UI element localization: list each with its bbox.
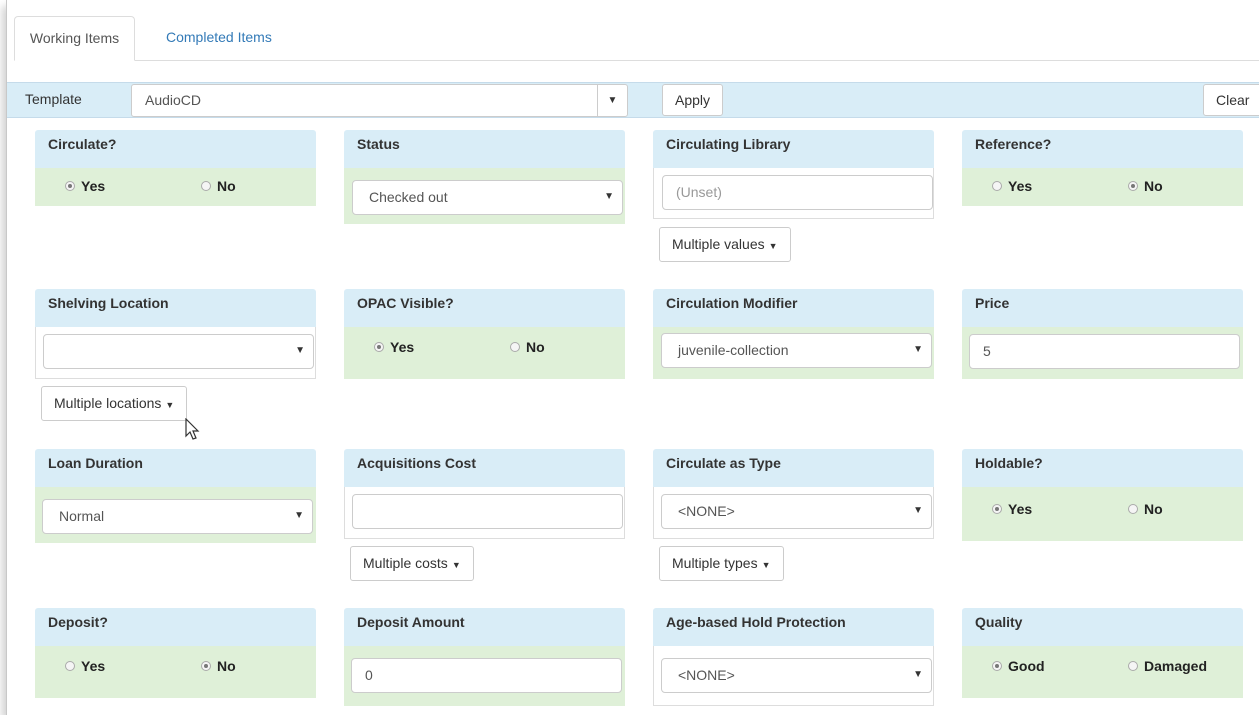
quality-good-radio[interactable]: Good xyxy=(992,658,1045,674)
field-label: Circulating Library xyxy=(653,130,934,168)
field-circulating-library: Circulating Library (Unset) Multiple val… xyxy=(653,130,934,262)
radio-selected-icon xyxy=(65,181,75,191)
reference-yes-radio[interactable]: Yes xyxy=(992,178,1032,194)
tab-completed-items[interactable]: Completed Items xyxy=(154,16,284,61)
radio-icon xyxy=(1128,504,1138,514)
field-label: Reference? xyxy=(962,130,1243,168)
caret-down-icon: ▼ xyxy=(607,95,618,106)
field-circulation-modifier: Circulation Modifier juvenile-collection… xyxy=(653,289,934,379)
caret-down-icon: ▼ xyxy=(165,400,175,410)
quality-damaged-radio[interactable]: Damaged xyxy=(1128,658,1207,674)
select-arrow-icon: ▼ xyxy=(913,505,923,516)
caret-down-icon: ▼ xyxy=(768,241,778,251)
holdable-no-radio[interactable]: No xyxy=(1128,501,1163,517)
radio-icon xyxy=(201,181,211,191)
reference-no-radio[interactable]: No xyxy=(1128,178,1163,194)
field-label: Acquisitions Cost xyxy=(344,449,625,487)
field-deposit-amount: Deposit Amount 0 xyxy=(344,608,625,706)
radio-icon xyxy=(992,181,1002,191)
mouse-pointer-icon xyxy=(185,418,200,440)
select-arrow-icon: ▼ xyxy=(295,345,305,356)
template-bar: Template AudioCD ▼ Apply Clear xyxy=(7,82,1259,118)
caret-down-icon: ▼ xyxy=(761,560,771,570)
field-label: Age-based Hold Protection xyxy=(653,608,934,646)
field-circulate: Circulate? Yes No xyxy=(35,130,316,206)
age-hold-protection-select[interactable]: <NONE> ▼ xyxy=(661,658,932,693)
tab-bar: Working Items Completed Items xyxy=(14,16,1259,61)
radio-selected-icon xyxy=(992,661,1002,671)
apply-button[interactable]: Apply xyxy=(662,84,724,116)
field-opac-visible: OPAC Visible? Yes No xyxy=(344,289,625,379)
field-label: Status xyxy=(344,130,625,168)
circulating-library-input[interactable]: (Unset) xyxy=(662,175,933,210)
field-price: Price 5 xyxy=(962,289,1243,379)
holdable-yes-radio[interactable]: Yes xyxy=(992,501,1032,517)
radio-icon xyxy=(65,661,75,671)
field-circulate-as-type: Circulate as Type <NONE> ▼ Multiple types… xyxy=(653,449,934,581)
field-loan-duration: Loan Duration Normal ▼ xyxy=(35,449,316,543)
field-label: Holdable? xyxy=(962,449,1243,487)
field-age-based-hold-protection: Age-based Hold Protection <NONE> ▼ xyxy=(653,608,934,706)
field-shelving-location: Shelving Location ▼ Multiple locations ▼ xyxy=(35,289,316,421)
status-select[interactable]: Checked out ▼ xyxy=(352,180,623,215)
acquisitions-cost-input[interactable] xyxy=(352,494,623,529)
field-label: Circulate? xyxy=(35,130,316,168)
field-quality: Quality Good Damaged xyxy=(962,608,1243,698)
field-label: Circulate as Type xyxy=(653,449,934,487)
radio-selected-icon xyxy=(992,504,1002,514)
clear-button[interactable]: Clear xyxy=(1203,84,1259,116)
copy-editor-panel: Working Items Completed Items Template A… xyxy=(6,0,1259,715)
field-label: Loan Duration xyxy=(35,449,316,487)
circulate-yes-radio[interactable]: Yes xyxy=(65,178,105,194)
shelving-location-select[interactable]: ▼ xyxy=(43,334,314,369)
select-arrow-icon: ▼ xyxy=(294,510,304,521)
circulate-no-radio[interactable]: No xyxy=(201,178,236,194)
template-label: Template xyxy=(25,91,82,107)
price-input[interactable]: 5 xyxy=(969,334,1240,369)
multiple-types-button[interactable]: Multiple types ▼ xyxy=(659,546,784,581)
caret-down-icon: ▼ xyxy=(451,560,461,570)
select-arrow-icon: ▼ xyxy=(604,191,614,202)
multiple-costs-button[interactable]: Multiple costs ▼ xyxy=(350,546,474,581)
field-label: Quality xyxy=(962,608,1243,646)
radio-selected-icon xyxy=(201,661,211,671)
radio-selected-icon xyxy=(1128,181,1138,191)
multiple-locations-button[interactable]: Multiple locations ▼ xyxy=(41,386,188,421)
radio-icon xyxy=(510,342,520,352)
field-label: Deposit? xyxy=(35,608,316,646)
template-input[interactable]: AudioCD xyxy=(131,84,598,117)
field-label: Deposit Amount xyxy=(344,608,625,646)
field-acquisitions-cost: Acquisitions Cost Multiple costs ▼ xyxy=(344,449,625,581)
deposit-yes-radio[interactable]: Yes xyxy=(65,658,105,674)
field-label: Shelving Location xyxy=(35,289,316,327)
field-deposit: Deposit? Yes No xyxy=(35,608,316,698)
radio-icon xyxy=(1128,661,1138,671)
template-dropdown-button[interactable]: ▼ xyxy=(597,84,628,117)
field-label: Circulation Modifier xyxy=(653,289,934,327)
select-arrow-icon: ▼ xyxy=(913,669,923,680)
field-status: Status Checked out ▼ xyxy=(344,130,625,224)
deposit-no-radio[interactable]: No xyxy=(201,658,236,674)
field-label: OPAC Visible? xyxy=(344,289,625,327)
opac-visible-yes-radio[interactable]: Yes xyxy=(374,339,414,355)
field-label: Price xyxy=(962,289,1243,327)
deposit-amount-input[interactable]: 0 xyxy=(351,658,622,693)
field-holdable: Holdable? Yes No xyxy=(962,449,1243,541)
multiple-values-button[interactable]: Multiple values ▼ xyxy=(659,227,791,262)
opac-visible-no-radio[interactable]: No xyxy=(510,339,545,355)
circulation-modifier-select[interactable]: juvenile-collection ▼ xyxy=(661,333,932,368)
field-reference: Reference? Yes No xyxy=(962,130,1243,206)
radio-selected-icon xyxy=(374,342,384,352)
select-arrow-icon: ▼ xyxy=(913,344,923,355)
loan-duration-select[interactable]: Normal ▼ xyxy=(42,499,313,534)
circulate-as-type-select[interactable]: <NONE> ▼ xyxy=(661,494,932,529)
tab-working-items[interactable]: Working Items xyxy=(14,16,135,61)
